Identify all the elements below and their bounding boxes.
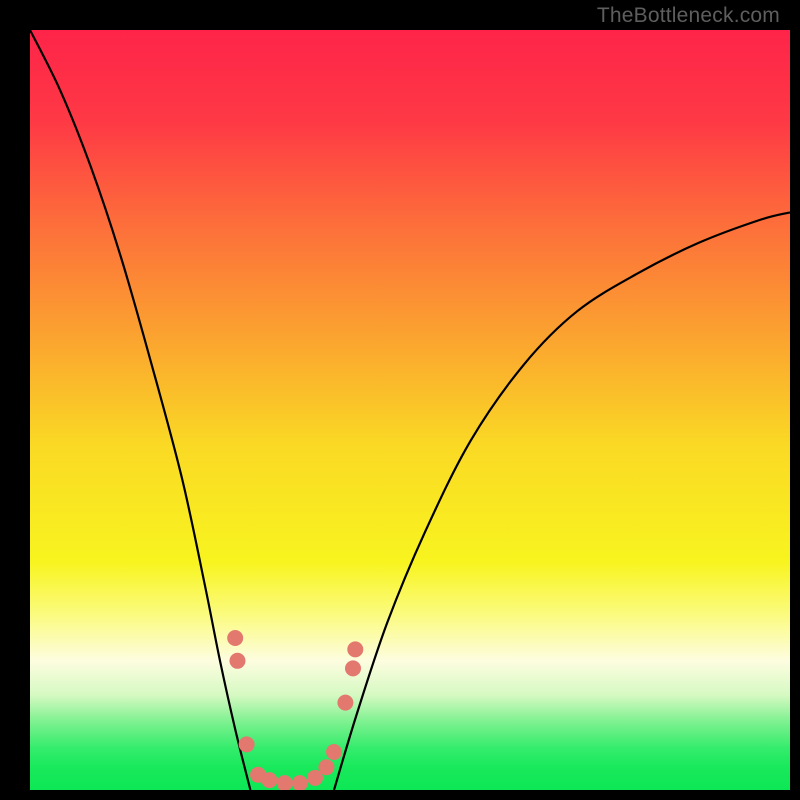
- chart-svg: [30, 30, 790, 790]
- data-point: [347, 641, 363, 657]
- data-point: [229, 653, 245, 669]
- watermark-text: TheBottleneck.com: [597, 4, 780, 28]
- gradient-background: [30, 30, 790, 790]
- data-point: [345, 660, 361, 676]
- data-point: [337, 695, 353, 711]
- data-point: [239, 736, 255, 752]
- data-point: [261, 772, 277, 788]
- chart-canvas: [30, 30, 790, 790]
- data-point: [227, 630, 243, 646]
- data-point: [318, 759, 334, 775]
- data-point: [326, 744, 342, 760]
